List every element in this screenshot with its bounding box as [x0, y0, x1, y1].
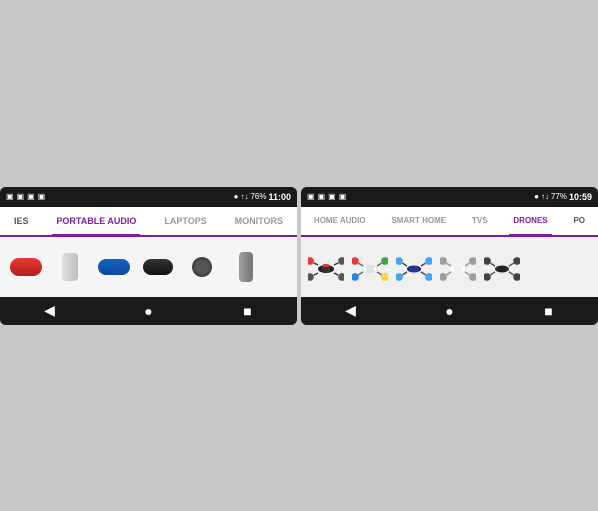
drone-item-5[interactable]	[483, 248, 521, 286]
android-nav-left: ◀ ● ■	[0, 297, 297, 325]
product-speaker-grey[interactable]	[228, 249, 264, 285]
nav-item-drones[interactable]: DRONES	[509, 208, 551, 236]
nav-item-ies[interactable]: IES	[10, 207, 33, 235]
product-speaker-black[interactable]	[140, 249, 176, 285]
product-speaker-red[interactable]	[8, 249, 44, 285]
left-phone: ▣ ▣ ▣ ▣ ● ↑↓ 76% 11:00 IES PORTABLE AUDI…	[0, 187, 297, 325]
battery-pct-left: 76%	[250, 192, 266, 201]
drone-item-1[interactable]	[307, 248, 345, 286]
left-status-bar: ▣ ▣ ▣ ▣ ● ↑↓ 76% 11:00	[0, 187, 297, 207]
back-button-right[interactable]: ◀	[341, 301, 361, 321]
drone-strip	[301, 237, 598, 297]
right-nav-bar: HOME AUDIO SMART HOME TVS DRONES PO	[301, 207, 598, 237]
drone-item-4[interactable]	[439, 248, 477, 286]
time-left: 11:00	[268, 192, 291, 202]
nav-item-monitors[interactable]: MONITORS	[231, 207, 287, 235]
right-status-icons-left: ▣ ▣ ▣ ▣	[307, 192, 346, 201]
right-phone: ▣ ▣ ▣ ▣ ● ↑↓ 77% 10:59 HOME AUDIO SMART …	[301, 187, 598, 325]
back-button[interactable]: ◀	[40, 301, 60, 321]
nav-item-smart-home[interactable]: SMART HOME	[387, 207, 450, 235]
recents-button[interactable]: ■	[238, 301, 258, 321]
home-button[interactable]: ●	[139, 301, 159, 321]
nav-item-laptops[interactable]: LAPTOPS	[160, 207, 210, 235]
android-nav-right: ◀ ● ■	[301, 297, 598, 325]
time-right: 10:59	[569, 192, 592, 202]
right-status-icons: ● ↑↓ 76% 11:00	[234, 192, 291, 202]
left-status-icons: ▣ ▣ ▣ ▣	[6, 192, 45, 201]
nav-item-portable-audio[interactable]: PORTABLE AUDIO	[52, 208, 140, 236]
right-status-bar: ▣ ▣ ▣ ▣ ● ↑↓ 77% 10:59	[301, 187, 598, 207]
drone-item-2[interactable]	[351, 248, 389, 286]
home-button-right[interactable]: ●	[440, 301, 460, 321]
battery-pct-right: 77%	[551, 192, 567, 201]
product-speaker-blue[interactable]	[96, 249, 132, 285]
nav-item-tvs[interactable]: TVS	[468, 207, 492, 235]
left-nav-bar: IES PORTABLE AUDIO LAPTOPS MONITORS	[0, 207, 297, 237]
recents-button-right[interactable]: ■	[539, 301, 559, 321]
product-speaker-white[interactable]	[52, 249, 88, 285]
product-speaker-small[interactable]	[184, 249, 220, 285]
nav-item-po[interactable]: PO	[569, 207, 589, 235]
right-status-icons-right: ● ↑↓ 77% 10:59	[534, 192, 592, 202]
nav-item-home-audio[interactable]: HOME AUDIO	[310, 207, 370, 235]
drone-item-3[interactable]	[395, 248, 433, 286]
product-strip-left	[0, 237, 297, 297]
